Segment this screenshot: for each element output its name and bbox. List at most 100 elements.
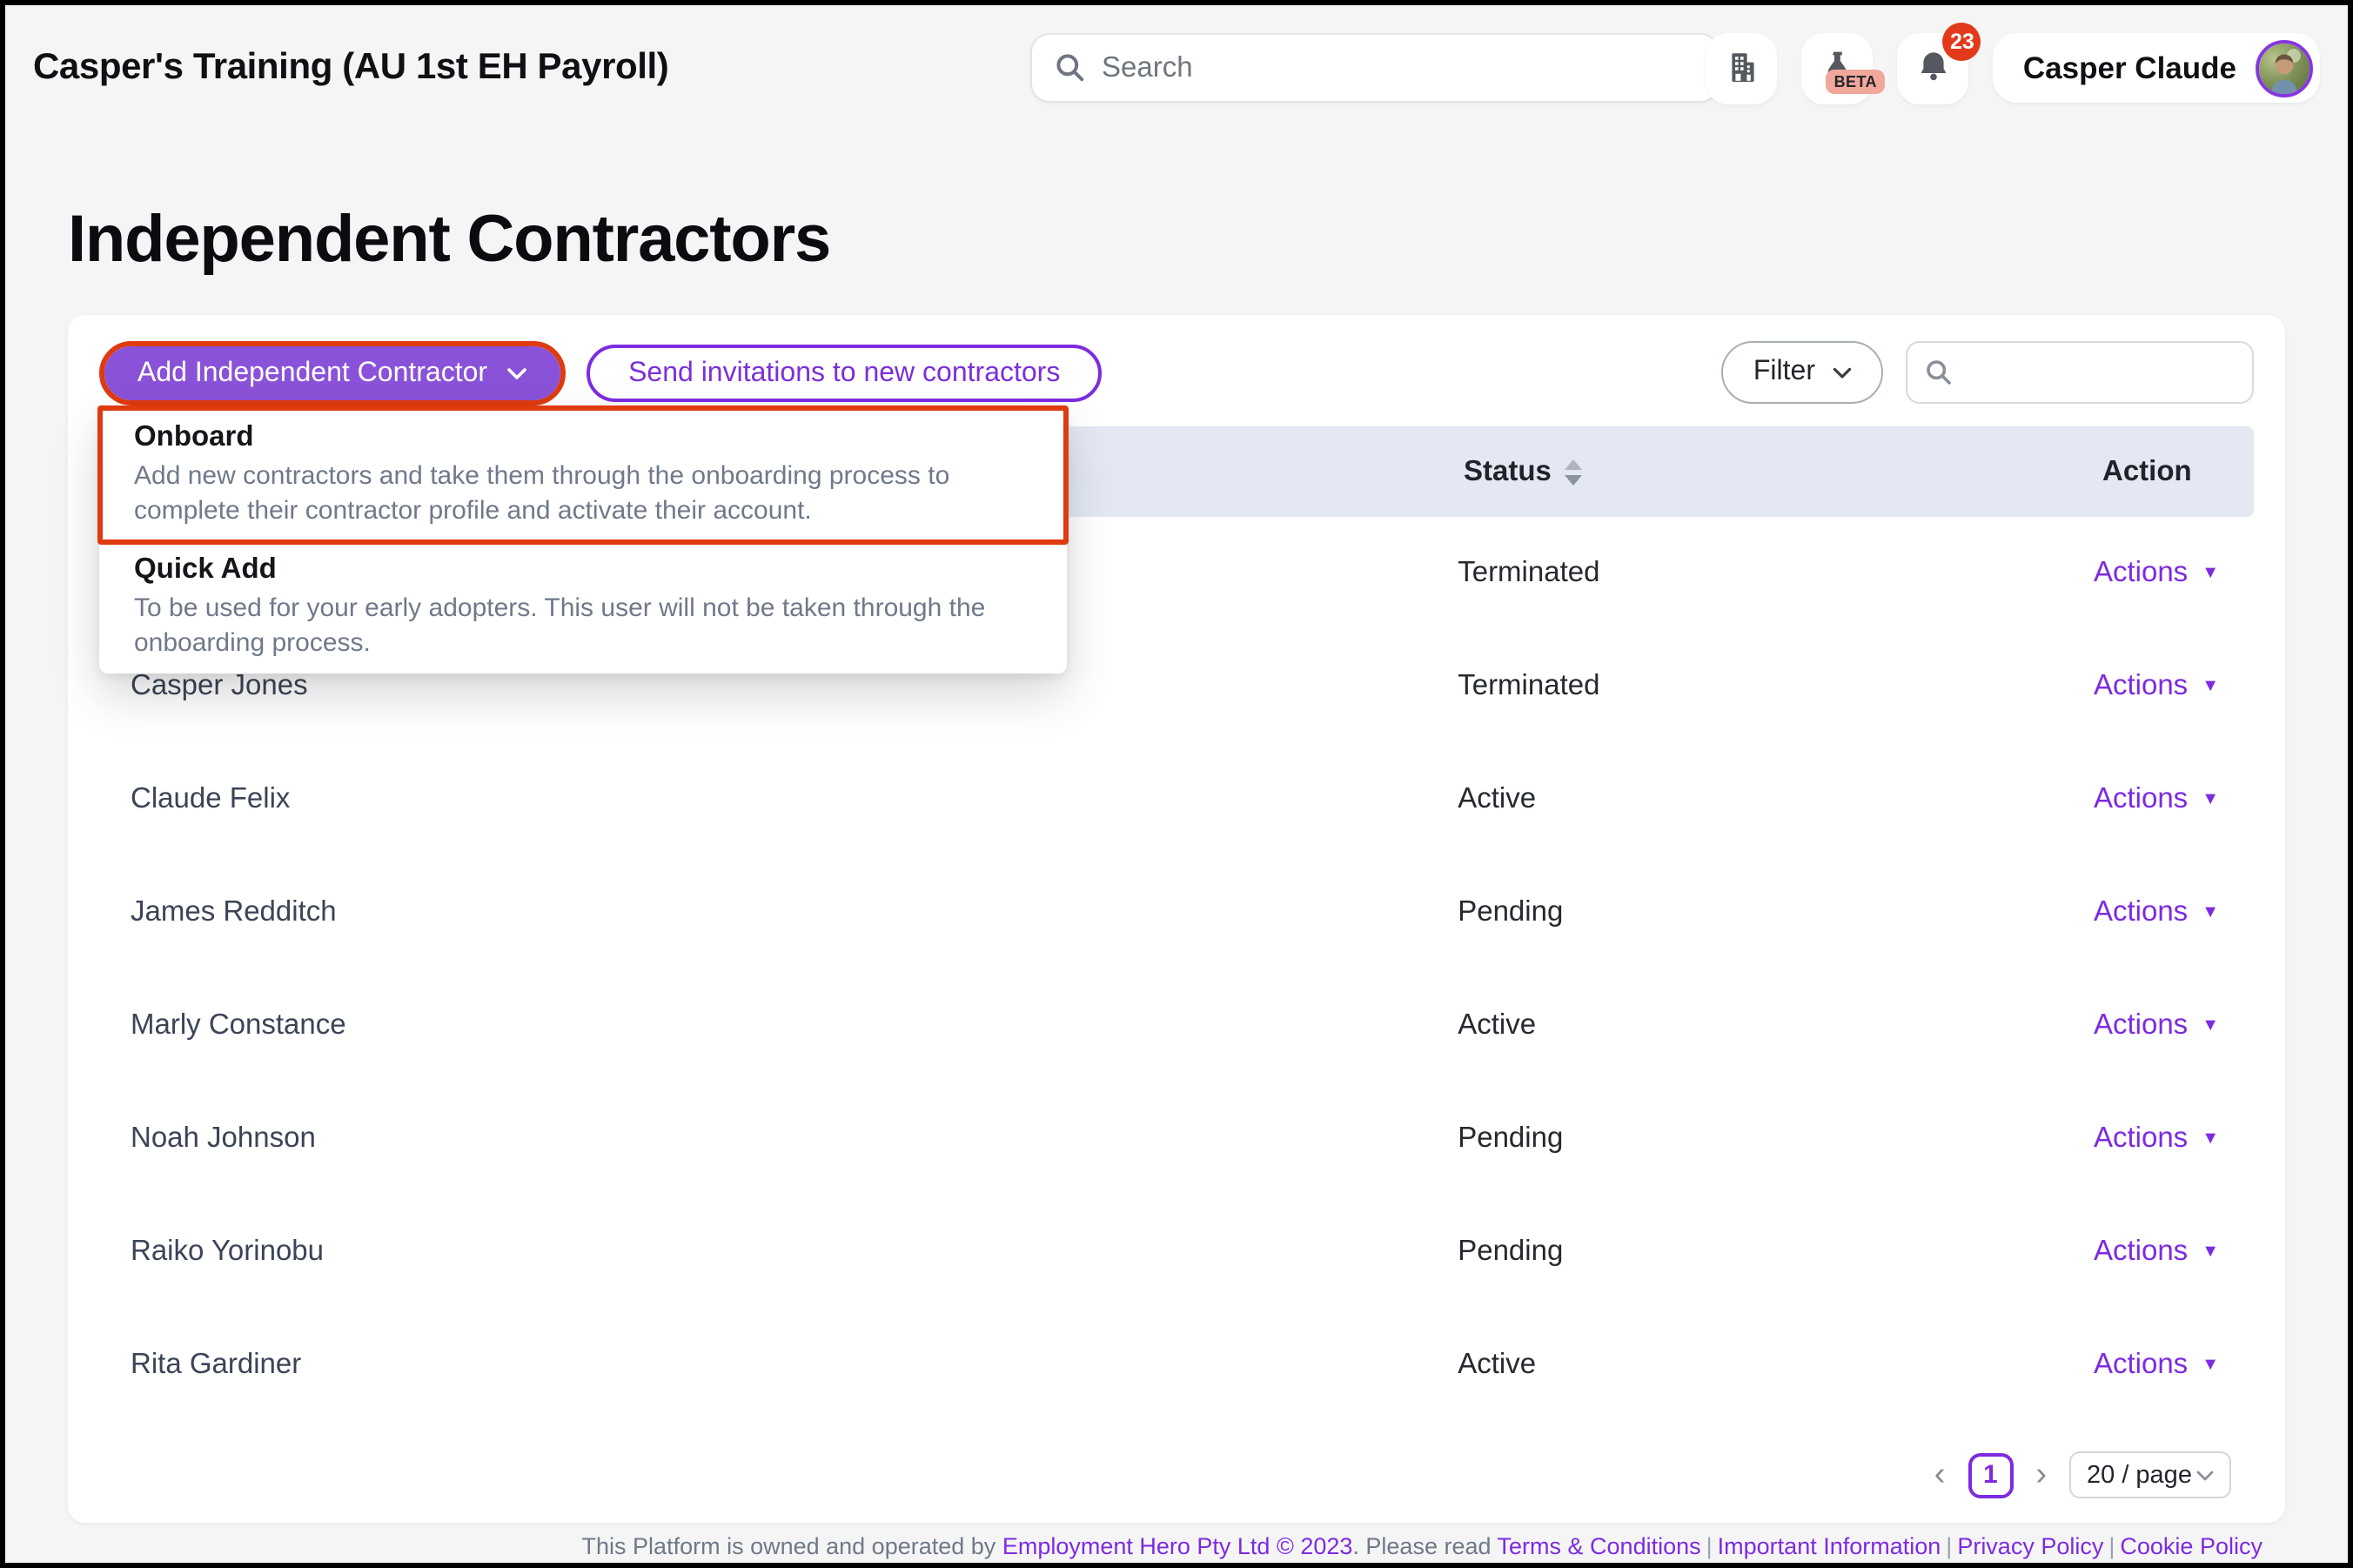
- avatar: [2256, 39, 2313, 97]
- caret-down-icon: ▼: [2202, 565, 2219, 582]
- actions-menu-button[interactable]: Actions ▼: [2094, 783, 2219, 816]
- page-size-value: 20 / page: [2087, 1461, 2192, 1489]
- add-independent-contractor-button[interactable]: Add Independent Contractor: [104, 346, 560, 400]
- actions-menu-button[interactable]: Actions ▼: [2094, 1349, 2219, 1382]
- main-content: Independent Contractors Add Independent …: [5, 200, 2348, 1559]
- table-row: Rita Gardiner Active Actions ▼: [99, 1309, 2254, 1422]
- action-header-label: Action: [2102, 455, 2192, 486]
- table-row: Raiko Yorinobu Pending Actions ▼: [99, 1196, 2254, 1309]
- add-contractor-dropdown-menu: Onboard Add new contractors and take the…: [99, 407, 1067, 673]
- footer-separator: |: [1706, 1533, 1713, 1559]
- actions-label: Actions: [2094, 896, 2188, 929]
- caret-down-icon: ▼: [2202, 1243, 2219, 1261]
- user-menu-button[interactable]: Casper Claude: [1994, 33, 2320, 103]
- actions-label: Actions: [2094, 1009, 2188, 1042]
- table-row: Marly Constance Active Actions ▼: [99, 969, 2254, 1082]
- beta-badge: BETA: [1826, 69, 1886, 93]
- menu-item-quick-add[interactable]: Quick Add To be used for your early adop…: [99, 541, 1067, 673]
- next-page-button[interactable]: ›: [2035, 1458, 2047, 1491]
- actions-menu-button[interactable]: Actions ▼: [2094, 1122, 2219, 1156]
- pagination: ‹ 1 › 20 / page: [68, 1427, 2285, 1523]
- sort-arrows-icon[interactable]: [1565, 459, 1583, 485]
- status-header-label: Status: [1464, 455, 1552, 488]
- search-icon: [1925, 358, 1953, 386]
- contractor-name: Casper Jones: [99, 670, 1458, 703]
- status-value: Pending: [1458, 896, 2094, 929]
- actions-label: Actions: [2094, 1236, 2188, 1269]
- menu-item-title: Onboard: [134, 421, 1032, 454]
- table-row: James Redditch Pending Actions ▼: [99, 856, 2254, 969]
- user-name: Casper Claude: [2023, 50, 2236, 86]
- footer-text: . Please read: [1352, 1533, 1497, 1559]
- contractor-name: Rita Gardiner: [99, 1349, 1458, 1382]
- organisation-button[interactable]: [1706, 32, 1778, 104]
- caret-down-icon: ▼: [2202, 904, 2219, 921]
- actions-menu-button[interactable]: Actions ▼: [2094, 557, 2219, 590]
- building-icon: [1721, 47, 1763, 89]
- terms-link[interactable]: Terms & Conditions: [1498, 1533, 1701, 1559]
- actions-menu-button[interactable]: Actions ▼: [2094, 670, 2219, 703]
- status-value: Active: [1458, 1009, 2094, 1042]
- page-size-select[interactable]: 20 / page: [2069, 1451, 2231, 1498]
- footer-separator: |: [1946, 1533, 1952, 1559]
- actions-label: Actions: [2094, 1349, 2188, 1382]
- labs-beta-button[interactable]: BETA: [1802, 32, 1874, 104]
- send-invitations-button[interactable]: Send invitations to new contractors: [587, 345, 1102, 402]
- actions-label: Actions: [2094, 1122, 2188, 1156]
- menu-item-description: To be used for your early adopters. This…: [134, 592, 1032, 661]
- filter-label: Filter: [1753, 357, 1815, 388]
- caret-down-icon: ▼: [2202, 1357, 2219, 1374]
- caret-down-icon: ▼: [2202, 678, 2219, 695]
- search-icon: [1055, 52, 1086, 84]
- column-header-action: Action: [2102, 455, 2254, 488]
- menu-item-onboard[interactable]: Onboard Add new contractors and take the…: [99, 409, 1067, 541]
- status-value: Active: [1458, 783, 2094, 816]
- footer-separator: |: [2108, 1533, 2115, 1559]
- actions-menu-button[interactable]: Actions ▼: [2094, 896, 2219, 929]
- table-search[interactable]: [1906, 341, 2254, 404]
- global-search[interactable]: [1030, 33, 1720, 103]
- cookie-policy-link[interactable]: Cookie Policy: [2120, 1533, 2262, 1559]
- filter-button[interactable]: Filter: [1722, 341, 1883, 404]
- top-bar-actions: BETA 23 Casper Claude: [1706, 32, 2320, 104]
- caret-down-icon: ▼: [2202, 1017, 2219, 1035]
- status-value: Terminated: [1458, 557, 2094, 590]
- current-page-button[interactable]: 1: [1968, 1452, 2013, 1498]
- contractor-name: Raiko Yorinobu: [99, 1236, 1458, 1269]
- annotation-highlight-add-button: Add Independent Contractor: [99, 341, 566, 405]
- status-value: Pending: [1458, 1122, 2094, 1156]
- top-bar: Casper's Training (AU 1st EH Payroll) BE…: [5, 5, 2348, 131]
- important-information-link[interactable]: Important Information: [1718, 1533, 1941, 1559]
- status-value: Active: [1458, 1349, 2094, 1382]
- chevron-down-icon: [506, 366, 527, 380]
- actions-menu-button[interactable]: Actions ▼: [2094, 1009, 2219, 1042]
- notification-count-badge: 23: [1943, 22, 1981, 60]
- app-window: Casper's Training (AU 1st EH Payroll) BE…: [0, 0, 2353, 1568]
- table-row: Noah Johnson Pending Actions▼: [99, 1082, 2254, 1196]
- table-search-input[interactable]: [1967, 358, 2235, 387]
- chevron-down-icon: [2196, 1470, 2214, 1480]
- status-value: Terminated: [1458, 670, 2094, 703]
- chevron-down-icon: [1833, 366, 1852, 379]
- actions-menu-button[interactable]: Actions ▼: [2094, 1236, 2219, 1269]
- caret-down-icon: ▼: [2202, 1130, 2219, 1148]
- org-title: Casper's Training (AU 1st EH Payroll): [33, 47, 668, 89]
- status-value: Pending: [1458, 1236, 2094, 1269]
- actions-label: Actions: [2094, 783, 2188, 816]
- global-search-input[interactable]: [1102, 51, 1695, 84]
- company-link[interactable]: Employment Hero Pty Ltd © 2023: [1002, 1533, 1353, 1559]
- notifications-button[interactable]: 23: [1898, 32, 1969, 104]
- contractor-name: Marly Constance: [99, 1009, 1458, 1042]
- caret-down-icon: ▼: [2202, 791, 2219, 808]
- previous-page-button[interactable]: ‹: [1934, 1458, 1946, 1491]
- footer-text: This Platform is owned and operated by: [582, 1533, 1002, 1559]
- actions-label: Actions: [2094, 670, 2188, 703]
- table-row: Claude Felix Active Actions▼: [99, 743, 2254, 856]
- contractor-name: James Redditch: [99, 896, 1458, 929]
- privacy-policy-link[interactable]: Privacy Policy: [1957, 1533, 2103, 1559]
- menu-item-description: Add new contractors and take them throug…: [134, 459, 1032, 529]
- column-header-status[interactable]: Status: [1464, 455, 2102, 488]
- actions-label: Actions: [2094, 557, 2188, 590]
- toolbar-right: Filter: [1722, 341, 2254, 404]
- menu-item-title: Quick Add: [134, 553, 1032, 586]
